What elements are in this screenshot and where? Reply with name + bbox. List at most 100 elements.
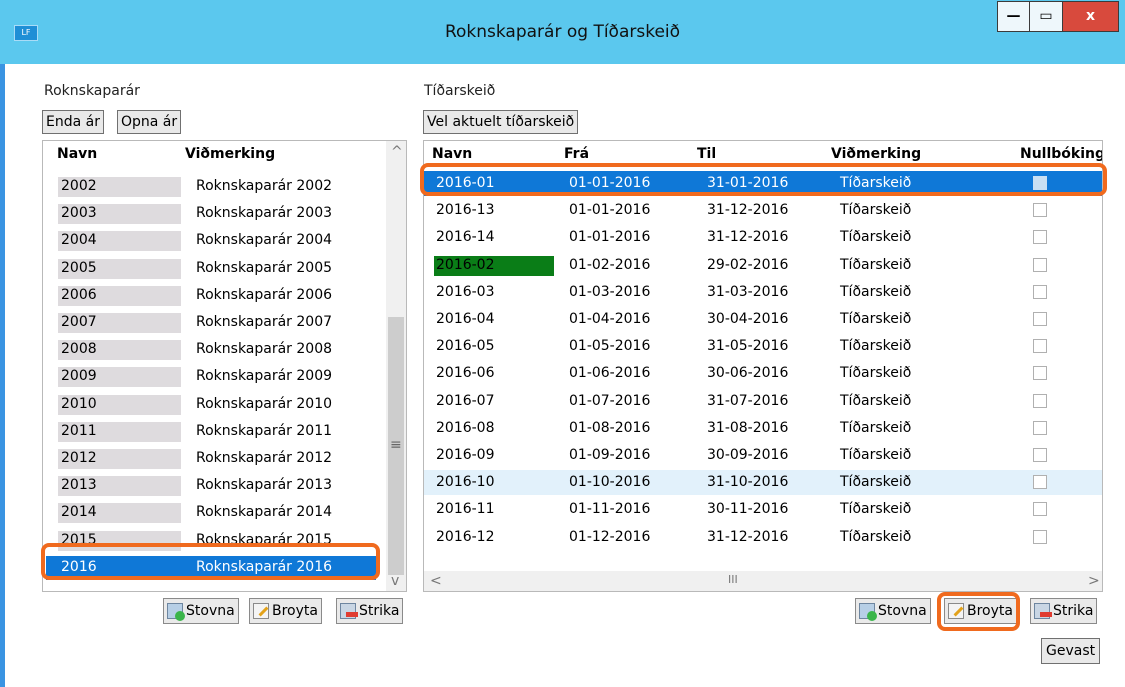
table-row[interactable]: 2014 Roknskaparár 2014: [43, 499, 386, 526]
column-header-note[interactable]: Viðmerking: [831, 146, 921, 162]
name-cell: 2008: [61, 341, 97, 358]
table-row[interactable]: 2005 Roknskaparár 2005: [43, 255, 386, 282]
to-cell: 31-12-2016: [707, 202, 789, 219]
to-cell: 29-02-2016: [707, 256, 789, 273]
note-cell: Roknskaparár 2008: [196, 341, 333, 358]
scroll-down-icon[interactable]: v: [391, 573, 399, 589]
zero-booking-checkbox[interactable]: [1033, 502, 1047, 517]
table-row[interactable]: 2016-06 01-06-2016 30-06-2016 Tíðarskeið: [424, 360, 1102, 387]
scroll-left-icon[interactable]: <: [430, 573, 442, 589]
name-cell: 2016-04: [436, 311, 495, 327]
column-header-note[interactable]: Viðmerking: [185, 146, 275, 162]
table-row[interactable]: 2013 Roknskaparár 2013: [43, 472, 386, 499]
from-cell: 01-07-2016: [569, 392, 651, 409]
from-cell: 01-01-2016: [569, 229, 651, 246]
name-cell: 2002: [61, 178, 97, 194]
periods-label: Tíðarskeið: [424, 83, 496, 99]
table-row[interactable]: 2002 Roknskaparár 2002: [43, 173, 386, 200]
ignore-button[interactable]: Gevast: [1041, 638, 1101, 664]
table-row[interactable]: 2016-09 01-09-2016 30-09-2016 Tíðarskeið: [424, 442, 1102, 469]
zero-booking-checkbox[interactable]: [1033, 475, 1047, 490]
zero-booking-checkbox[interactable]: [1033, 257, 1047, 272]
name-cell: 2016-12: [436, 528, 495, 545]
note-cell: Roknskaparár 2011: [196, 422, 333, 439]
add-icon: [167, 603, 185, 621]
note-cell: Tíðarskeið: [840, 528, 912, 545]
to-cell: 31-12-2016: [707, 528, 789, 545]
left-delete-button[interactable]: Strika: [336, 598, 404, 624]
zero-booking-checkbox[interactable]: [1033, 312, 1047, 326]
zero-booking-checkbox[interactable]: [1033, 448, 1047, 462]
note-cell: Tíðarskeið: [840, 256, 912, 273]
note-cell: Tíðarskeið: [840, 311, 912, 327]
table-row[interactable]: 2016-12 01-12-2016 31-12-2016 Tíðarskeið: [424, 524, 1102, 551]
table-row[interactable]: 2016-14 01-01-2016 31-12-2016 Tíðarskeið: [424, 224, 1102, 251]
table-row[interactable]: 2016-04 01-04-2016 30-04-2016 Tíðarskeið: [424, 306, 1102, 333]
right-add-button[interactable]: Stovna: [855, 598, 931, 624]
window-border: [0, 64, 5, 687]
table-row[interactable]: 2016-05 01-05-2016 31-05-2016 Tíðarskeið: [424, 333, 1102, 360]
periods-grid: Navn Frá Til Viðmerking Nullbóking 2016-…: [423, 140, 1103, 592]
scroll-grip-icon: ≡: [390, 437, 402, 453]
left-edit-button[interactable]: Broyta: [249, 598, 322, 624]
column-header-from[interactable]: Frá: [564, 146, 589, 162]
column-header-zero-booking[interactable]: Nullbóking: [1020, 146, 1102, 162]
table-row[interactable]: 2016-08 01-08-2016 31-08-2016 Tíðarskeið: [424, 415, 1102, 442]
table-row[interactable]: 2016-11 01-11-2016 30-11-2016 Tíðarskeið: [424, 496, 1102, 523]
table-row[interactable]: 2016-13 01-01-2016 31-12-2016 Tíðarskeið: [424, 197, 1102, 224]
minimize-button[interactable]: —: [997, 1, 1030, 32]
right-delete-button[interactable]: Strika: [1030, 598, 1098, 624]
zero-booking-checkbox[interactable]: [1033, 420, 1047, 435]
from-cell: 01-05-2016: [569, 338, 651, 355]
note-cell: Roknskaparár 2014: [196, 504, 333, 521]
table-row[interactable]: 2012 Roknskaparár 2012: [43, 445, 386, 472]
note-cell: Roknskaparár 2012: [196, 450, 333, 466]
name-cell: 2016-08: [436, 419, 495, 436]
name-cell: 2005: [61, 259, 97, 276]
table-row[interactable]: 2016-02 01-02-2016 29-02-2016 Tíðarskeið: [424, 252, 1102, 279]
table-row[interactable]: 2016-10 01-10-2016 31-10-2016 Tíðarskeið: [424, 469, 1102, 496]
zero-booking-checkbox[interactable]: [1033, 284, 1047, 299]
close-button[interactable]: x: [1063, 1, 1119, 32]
zero-booking-checkbox[interactable]: [1033, 366, 1047, 381]
note-cell: Roknskaparár 2013: [196, 477, 333, 494]
column-header-to[interactable]: Til: [697, 146, 716, 162]
zero-booking-checkbox[interactable]: [1033, 529, 1047, 544]
table-row[interactable]: 2016-03 01-03-2016 31-03-2016 Tíðarskeið: [424, 279, 1102, 306]
from-cell: 01-06-2016: [569, 365, 651, 382]
end-year-button[interactable]: Enda ár: [42, 110, 104, 134]
table-row[interactable]: 2004 Roknskaparár 2004: [43, 227, 386, 254]
note-cell: Roknskaparár 2007: [196, 314, 333, 330]
select-current-period-button[interactable]: Vel aktuelt tíðarskeið: [423, 110, 579, 134]
table-row[interactable]: 2006 Roknskaparár 2006: [43, 282, 386, 309]
table-row[interactable]: 2016-07 01-07-2016 31-07-2016 Tíðarskeið: [424, 388, 1102, 415]
column-header-name[interactable]: Navn: [57, 146, 97, 162]
note-cell: Roknskaparár 2009: [196, 368, 333, 385]
to-cell: 30-04-2016: [707, 311, 789, 327]
zero-booking-checkbox[interactable]: [1033, 203, 1047, 218]
to-cell: 31-03-2016: [707, 283, 789, 300]
scroll-up-icon[interactable]: ^: [391, 144, 403, 160]
table-row[interactable]: 2008 Roknskaparár 2008: [43, 336, 386, 363]
delete-icon: [340, 603, 358, 619]
zero-booking-checkbox[interactable]: [1033, 393, 1047, 408]
table-row[interactable]: 2011 Roknskaparár 2011: [43, 418, 386, 445]
column-header-name[interactable]: Navn: [432, 146, 472, 162]
note-cell: Roknskaparár 2003: [196, 205, 333, 222]
table-row[interactable]: 2003 Roknskaparár 2003: [43, 200, 386, 227]
scroll-right-icon[interactable]: >: [1088, 573, 1100, 589]
zero-booking-checkbox[interactable]: [1033, 230, 1047, 245]
name-cell: 2013: [61, 477, 97, 494]
table-row[interactable]: 2007 Roknskaparár 2007: [43, 309, 386, 336]
from-cell: 01-12-2016: [569, 528, 651, 545]
scrollbar-track[interactable]: [446, 573, 1082, 589]
maximize-button[interactable]: ▭: [1030, 1, 1063, 32]
open-year-button[interactable]: Opna ár: [117, 110, 182, 134]
from-cell: 01-11-2016: [569, 501, 651, 518]
table-row[interactable]: 2009 Roknskaparár 2009: [43, 363, 386, 390]
fiscal-years-label: Roknskaparár: [44, 83, 140, 99]
table-row[interactable]: 2010 Roknskaparár 2010: [43, 391, 386, 418]
left-add-button[interactable]: Stovna: [163, 598, 239, 624]
note-cell: Tíðarskeið: [840, 202, 912, 219]
zero-booking-checkbox[interactable]: [1033, 339, 1047, 354]
